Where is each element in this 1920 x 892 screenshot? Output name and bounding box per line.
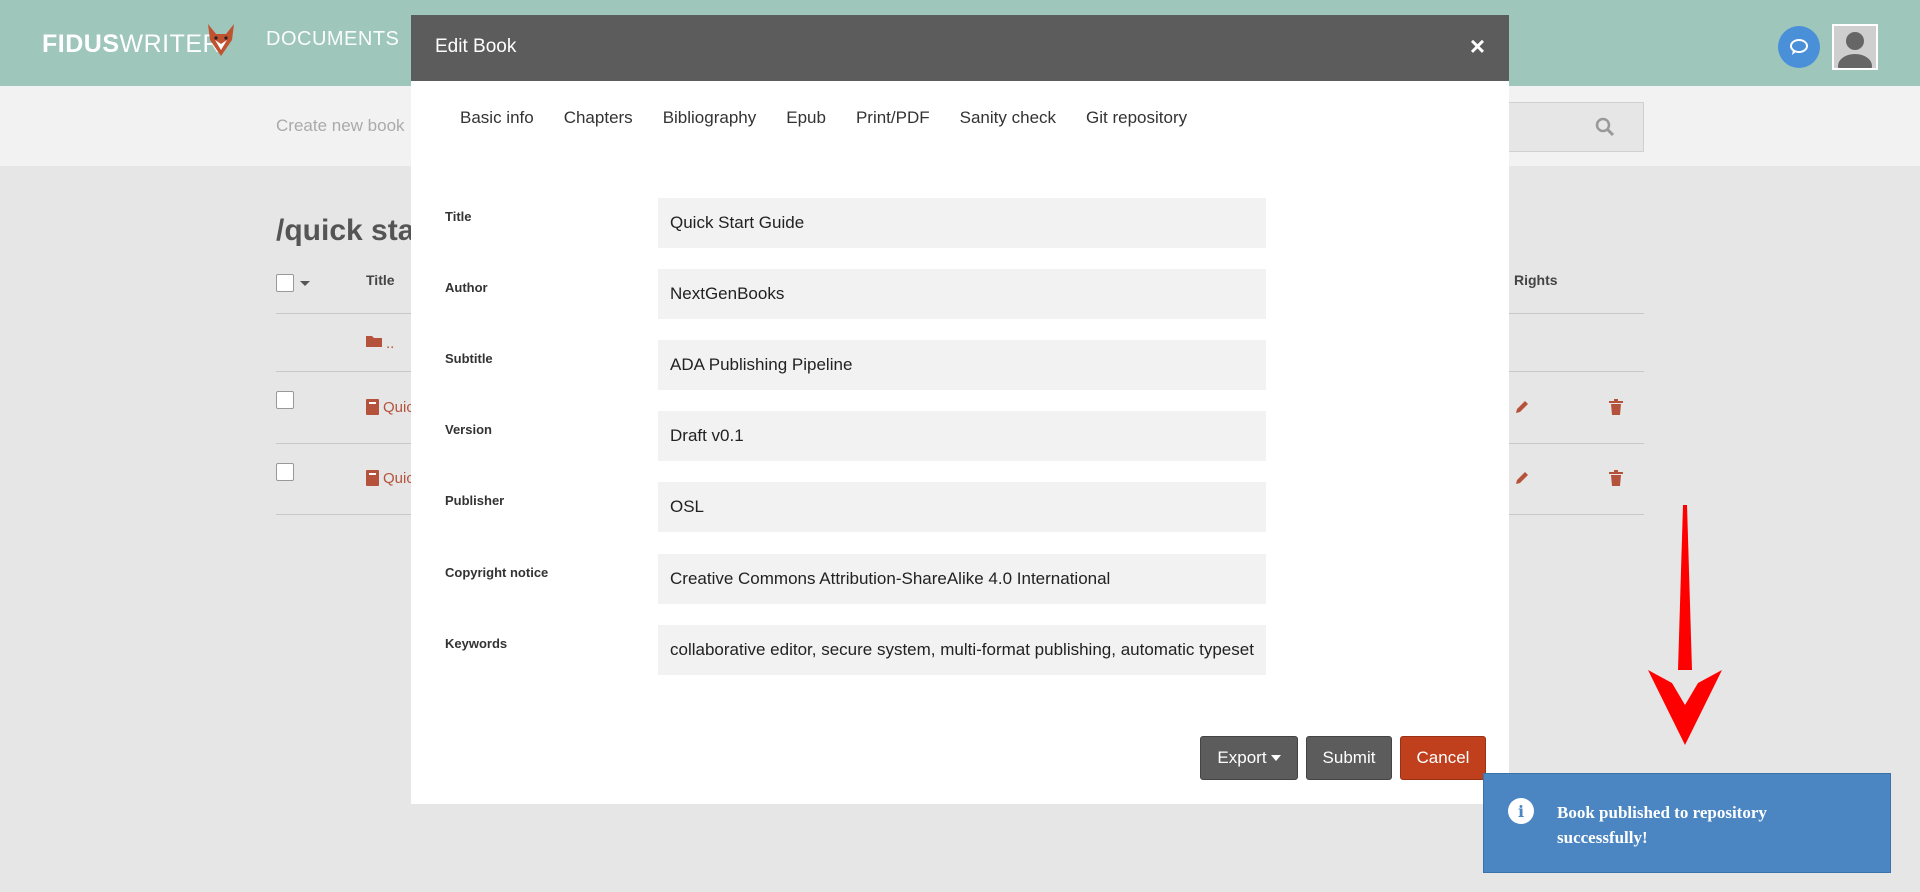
dialog-tabs: Basic info Chapters Bibliography Epub Pr… <box>460 108 1217 128</box>
keywords-label: Keywords <box>445 636 508 651</box>
tab-chapters[interactable]: Chapters <box>564 108 633 128</box>
notification-message: Book published to repository successfull… <box>1557 803 1767 847</box>
close-icon[interactable]: × <box>1470 33 1485 59</box>
select-dropdown-caret-icon[interactable] <box>300 281 310 286</box>
form-row-keywords: Keywords <box>445 625 1445 675</box>
create-new-book-button[interactable]: Create new book <box>276 116 405 136</box>
copyright-notice-label: Copyright notice <box>445 565 549 580</box>
export-label: Export <box>1217 748 1267 767</box>
red-arrow-annotation <box>1648 505 1722 745</box>
tab-sanity-check[interactable]: Sanity check <box>960 108 1056 128</box>
column-header-rights: Rights <box>1514 272 1558 288</box>
version-field[interactable] <box>658 411 1266 461</box>
user-avatar[interactable] <box>1832 24 1878 70</box>
cancel-button[interactable]: Cancel <box>1400 736 1486 780</box>
folder-icon <box>366 336 382 347</box>
submit-button[interactable]: Submit <box>1306 736 1392 780</box>
chat-button[interactable] <box>1778 26 1820 68</box>
tab-basic-info[interactable]: Basic info <box>460 108 534 128</box>
export-dropdown-button[interactable]: Export <box>1200 736 1298 780</box>
tab-print-pdf[interactable]: Print/PDF <box>856 108 930 128</box>
tab-epub[interactable]: Epub <box>786 108 826 128</box>
publisher-field[interactable] <box>658 482 1266 532</box>
search-icon <box>1595 117 1615 137</box>
fidus-writer-logo[interactable]: FIDUSWRITER <box>42 30 221 59</box>
book-title-link[interactable]: Quic <box>383 399 414 416</box>
user-silhouette-icon <box>1838 32 1872 68</box>
delete-trash-icon[interactable] <box>1609 399 1623 415</box>
book-icon <box>366 470 379 486</box>
author-field[interactable] <box>658 269 1266 319</box>
form-row-author: Author <box>445 269 1445 319</box>
publisher-label: Publisher <box>445 493 505 508</box>
folder-path-heading: /quick sta <box>276 214 415 247</box>
form-row-subtitle: Subtitle <box>445 340 1445 390</box>
form-row-copyright: Copyright notice <box>445 554 1445 604</box>
edit-pencil-icon[interactable] <box>1514 470 1530 486</box>
title-label: Title <box>445 209 472 224</box>
info-icon: i <box>1508 798 1534 824</box>
nav-documents-link[interactable]: DOCUMENTS <box>266 28 399 51</box>
column-header-title[interactable]: Title <box>366 272 395 288</box>
success-notification[interactable]: i Book published to repository successfu… <box>1483 773 1891 873</box>
form-row-version: Version <box>445 411 1445 461</box>
tab-git-repository[interactable]: Git repository <box>1086 108 1187 128</box>
delete-trash-icon[interactable] <box>1609 470 1623 486</box>
book-title-link[interactable]: Quic <box>383 470 414 487</box>
select-all-checkbox[interactable] <box>276 274 294 292</box>
row-checkbox[interactable] <box>276 391 294 409</box>
book-icon <box>366 399 379 415</box>
copyright-notice-field[interactable] <box>658 554 1266 604</box>
parent-folder-link[interactable]: .. <box>386 335 394 352</box>
dialog-header: Edit Book × <box>411 15 1509 81</box>
form-row-title: Title <box>445 198 1445 248</box>
chevron-down-icon <box>1270 755 1281 761</box>
form-row-publisher: Publisher <box>445 482 1445 532</box>
subtitle-field[interactable] <box>658 340 1266 390</box>
row-checkbox[interactable] <box>276 463 294 481</box>
edit-book-dialog: Edit Book × Basic info Chapters Bibliogr… <box>411 15 1509 804</box>
fox-logo-icon <box>208 24 234 56</box>
version-label: Version <box>445 422 492 437</box>
author-label: Author <box>445 280 488 295</box>
logo-bold-text: FIDUS <box>42 30 120 58</box>
title-field[interactable] <box>658 198 1266 248</box>
tab-bibliography[interactable]: Bibliography <box>663 108 757 128</box>
keywords-field[interactable] <box>658 625 1266 675</box>
edit-pencil-icon[interactable] <box>1514 399 1530 415</box>
chat-bubble-icon <box>1790 39 1808 55</box>
subtitle-label: Subtitle <box>445 351 493 366</box>
dialog-title: Edit Book <box>435 36 517 57</box>
